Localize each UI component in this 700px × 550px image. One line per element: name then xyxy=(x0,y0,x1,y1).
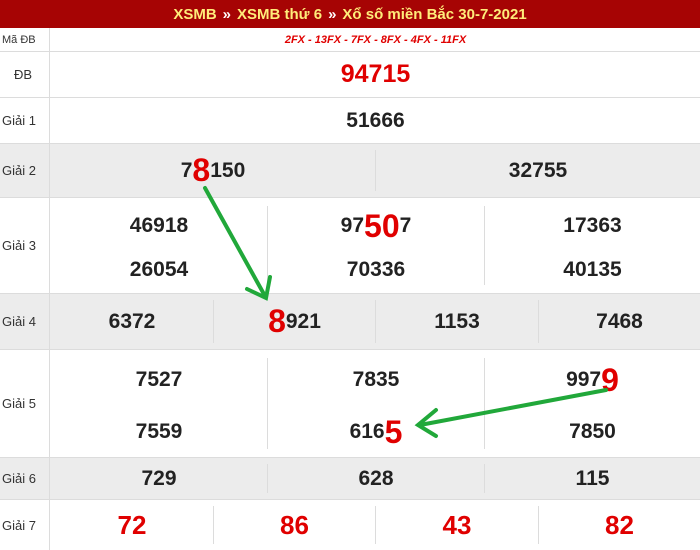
row-g4: Giải 4 6372 8 921 1153 7468 xyxy=(0,294,700,350)
digits: 17363 xyxy=(563,214,622,237)
breadcrumb-separator: » xyxy=(328,5,337,23)
prize2-number: 7 8 150 xyxy=(51,144,375,197)
prize5-number: 7559 xyxy=(51,410,267,454)
row-ma-db: Mã ĐB 2FX - 13FX - 7FX - 8FX - 4FX - 11F… xyxy=(0,28,700,52)
prize3-number: 70336 xyxy=(268,250,484,290)
prize3-number: 97 50 7 xyxy=(268,204,484,248)
digits: 921 xyxy=(285,309,321,333)
breadcrumb-date-link[interactable]: Xổ số miền Bắc 30-7-2021 xyxy=(342,6,526,23)
label-g3: Giải 3 xyxy=(0,198,50,293)
label-g5: Giải 5 xyxy=(0,350,50,457)
breadcrumb-xsmb-friday-link[interactable]: XSMB thứ 6 xyxy=(237,6,322,23)
prize4-number: 6372 xyxy=(51,294,213,349)
prize6-number: 115 xyxy=(575,466,610,490)
row-g5: Giải 5 7527 7835 997 9 7559 616 5 7850 xyxy=(0,350,700,458)
ma-db-codes: 2FX - 13FX - 7FX - 8FX - 4FX - 11FX xyxy=(284,33,467,46)
digits: 46918 xyxy=(129,214,189,237)
prize7-number: 86 xyxy=(280,509,309,540)
prize3-number: 46918 xyxy=(51,204,267,248)
prize7-number: 43 xyxy=(442,509,472,540)
label-ma-db: Mã ĐB xyxy=(0,28,50,51)
prize7-number: 72 xyxy=(117,509,147,540)
highlight-digits: 5 xyxy=(384,413,403,450)
label-g7: Giải 7 xyxy=(0,500,50,550)
label-g4: Giải 4 xyxy=(0,294,50,349)
breadcrumb-xsmb-link[interactable]: XSMB xyxy=(173,6,216,23)
label-db: ĐB xyxy=(0,52,50,97)
digits: 7 xyxy=(180,158,193,182)
digits: 7850 xyxy=(569,420,616,443)
digits: 7559 xyxy=(135,420,183,443)
label-g6: Giải 6 xyxy=(0,458,50,499)
row-g7: Giải 7 72 86 43 82 xyxy=(0,500,700,550)
prize1-number: 51666 xyxy=(346,108,405,132)
breadcrumb: XSMB » XSMB thứ 6 » Xổ số miền Bắc 30-7-… xyxy=(0,0,700,28)
special-prize-number: 94715 xyxy=(340,60,411,88)
digits: 1153 xyxy=(434,309,480,333)
prize5-number: 616 5 xyxy=(268,410,484,454)
prize5-number: 7850 xyxy=(485,410,700,454)
highlight-digits: 8 xyxy=(268,303,286,339)
digits: 150 xyxy=(210,158,246,182)
row-db: ĐB 94715 xyxy=(0,52,700,98)
row-g2: Giải 2 7 8 150 32755 xyxy=(0,144,700,198)
digits: 7835 xyxy=(352,368,400,391)
digits: 7 xyxy=(399,214,412,237)
digits: 40135 xyxy=(563,258,622,281)
digits: 6372 xyxy=(108,309,156,333)
digits: 7527 xyxy=(135,368,183,391)
highlight-digits: 9 xyxy=(601,361,619,398)
lottery-results-table: XSMB » XSMB thứ 6 » Xổ số miền Bắc 30-7-… xyxy=(0,0,700,550)
row-g6: Giải 6 729 628 115 xyxy=(0,458,700,500)
prize4-number: 8 921 xyxy=(214,294,375,349)
breadcrumb-separator: » xyxy=(222,5,232,23)
digits: 7468 xyxy=(596,309,643,333)
prize5-number: 997 9 xyxy=(485,356,700,404)
highlight-digits: 8 xyxy=(192,152,211,188)
prize4-number: 7468 xyxy=(539,294,700,349)
prize3-number: 26054 xyxy=(51,250,267,290)
digits: 32755 xyxy=(508,158,568,182)
label-g2: Giải 2 xyxy=(0,144,50,197)
prize6-number: 628 xyxy=(358,466,394,490)
row-g1: Giải 1 51666 xyxy=(0,98,700,144)
prize4-number: 1153 xyxy=(376,294,538,349)
prize7-number: 82 xyxy=(605,509,634,540)
label-g1: Giải 1 xyxy=(0,98,50,143)
digits: 26054 xyxy=(129,258,189,281)
highlight-digits: 50 xyxy=(364,207,400,244)
prize6-number: 729 xyxy=(141,466,177,490)
prize5-number: 7527 xyxy=(51,356,267,404)
prize3-number: 17363 xyxy=(485,204,700,248)
prize2-number: 32755 xyxy=(376,144,700,197)
prize3-number: 40135 xyxy=(485,250,700,290)
row-g3: Giải 3 46918 97 50 7 17363 26054 70336 401… xyxy=(0,198,700,294)
digits: 70336 xyxy=(346,258,406,281)
digits: 997 xyxy=(566,368,602,391)
digits: 616 xyxy=(349,420,385,443)
digits: 97 xyxy=(340,214,365,237)
prize5-number: 7835 xyxy=(268,356,484,404)
